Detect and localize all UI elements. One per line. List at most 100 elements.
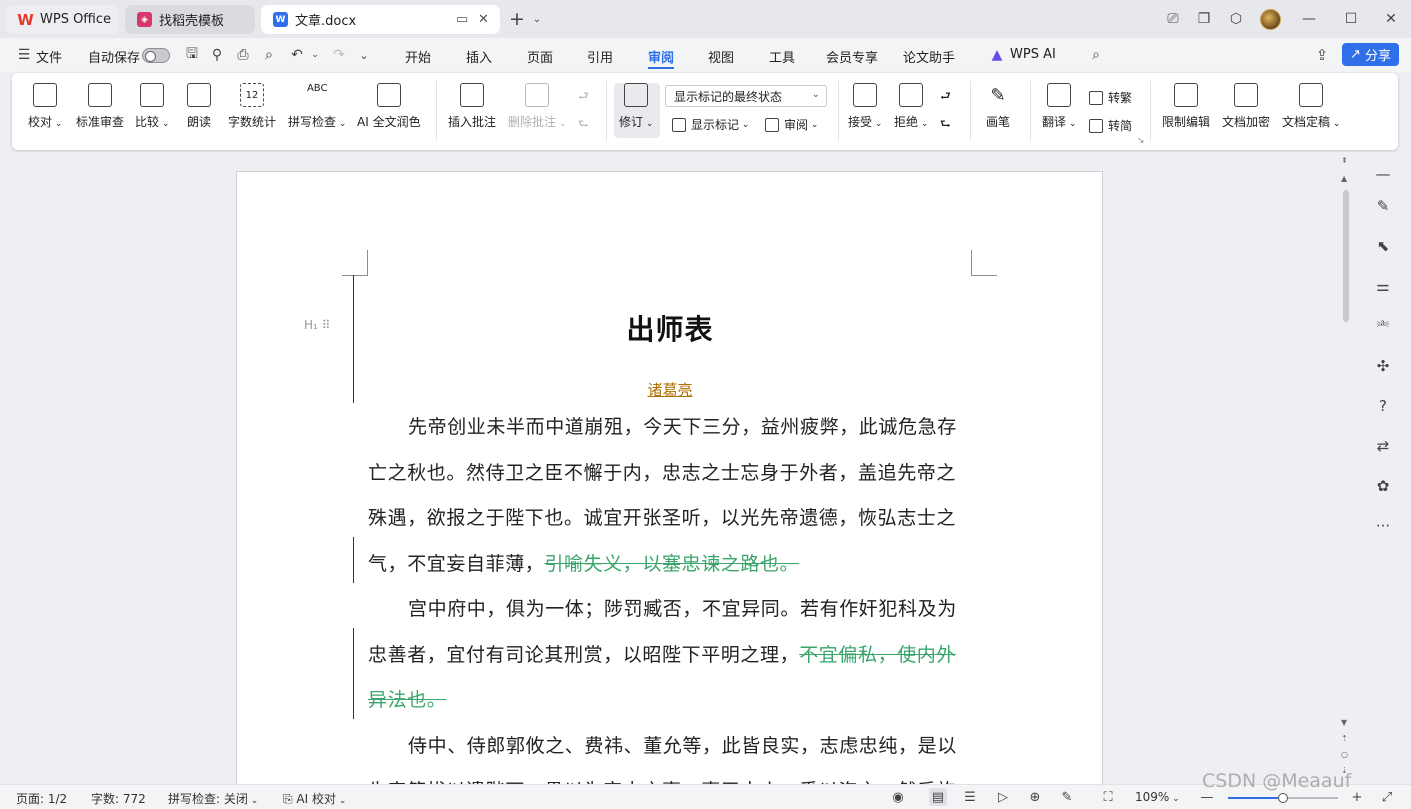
select-browse-icon[interactable]: ○ [1341,750,1348,759]
window-switch-icon[interactable]: ❐ [1194,9,1214,29]
page-indicator[interactable]: 页面: 1/2 [16,790,67,807]
next-comment-icon[interactable]: ⮑ [578,115,589,136]
spell-check-button[interactable]: ABC 拼写检查 ⌄ [288,83,346,130]
new-tab-plus-icon[interactable]: + [507,8,527,30]
share-button[interactable]: ↗ 分享 [1342,43,1399,66]
ai-polish-button[interactable]: AI 全文润色 [357,83,421,130]
print-icon[interactable]: ⎙ [234,46,252,64]
brush-icon[interactable]: ⚲ [208,46,226,64]
select-cursor-icon[interactable]: ⬉ [1373,236,1393,256]
pen-tool-icon[interactable]: ✎ [1373,196,1393,216]
show-markup-button[interactable]: 显示标记 ⌄ [672,116,749,133]
markup-state-select[interactable]: 显示标记的最终状态 ⌄ [665,85,827,107]
deleted-text[interactable]: 引喻失义，以塞忠谏之路也。 [544,553,799,575]
cloud-upload-icon[interactable]: ⇪ [1312,45,1332,65]
revise-button[interactable]: 修订 ⌄ [619,83,653,130]
finalize-button[interactable]: 文档定稿 ⌄ [1282,83,1340,130]
redo-icon[interactable]: ↷ [330,46,348,64]
tab-wps-office[interactable]: W WPS Office [6,5,119,34]
help-icon[interactable]: ? [1373,396,1393,416]
write-mode-icon[interactable]: ✎ [1058,788,1076,806]
print-preview-icon[interactable]: ⌕ [260,46,278,64]
fit-page-icon[interactable]: ⛶ [1099,788,1117,806]
scrollbar-thumb[interactable] [1343,190,1349,322]
scroll-down-icon[interactable]: ▼ [1341,718,1347,727]
read-aloud-button[interactable]: 朗读 [187,83,211,130]
web-view-icon[interactable]: ⊕ [1026,788,1044,806]
more-chevron-icon[interactable]: ⌄ [355,46,373,64]
tab-list-chevron-icon[interactable]: ⌄ [527,9,547,29]
scroll-up-icon[interactable]: ▲ [1341,174,1347,183]
page-view-icon[interactable]: ▤ [929,788,947,806]
zoom-slider-knob[interactable] [1278,793,1288,803]
hamburger-icon[interactable]: ☰ [15,46,33,64]
pen-button[interactable]: ✎ 画笔 [986,83,1010,130]
ai-proof-status[interactable]: ⎘ AI 校对 ⌄ [283,790,346,807]
word-count-button[interactable]: 12 字数统计 [228,83,276,130]
outline-view-icon[interactable]: ☰ [961,788,979,806]
delete-comment-button[interactable]: 删除批注 ⌄ [508,83,566,130]
eye-protect-icon[interactable]: ◉ [889,788,907,806]
user-avatar[interactable] [1260,9,1281,30]
maximize-icon[interactable]: ☐ [1341,9,1361,29]
next-change-icon[interactable]: ⮑ [940,115,951,136]
expand-group-icon[interactable]: ↘ [1137,136,1145,146]
prev-page-icon[interactable]: ⇡ [1341,734,1348,743]
insert-comment-button[interactable]: 插入批注 [448,83,496,130]
proofread-button[interactable]: 校对 ⌄ [28,83,62,130]
menu-member[interactable]: 会员专享 [826,47,878,66]
menu-wps-ai[interactable]: WPS AI [1010,47,1056,62]
style-icon[interactable]: ⎃ [1373,316,1393,336]
reject-button[interactable]: 拒绝 ⌄ [894,83,928,130]
word-count-status[interactable]: 字数: 772 [91,790,146,807]
prev-comment-icon[interactable]: ⮐ [578,87,589,108]
autosave-toggle[interactable] [142,48,170,63]
menu-review[interactable]: 审阅 [648,47,674,66]
cube-icon[interactable]: ⬡ [1226,9,1246,29]
document-page[interactable]: H₁ ⠿ 出师表 诸葛亮 先帝创业未半而中道崩殂，今天下三分，益州疲弊，此诚危急… [236,171,1103,809]
tools-icon[interactable]: ✣ [1373,356,1393,376]
to-simplified-button[interactable]: 转简 [1089,117,1132,134]
tab-document[interactable]: W 文章.docx ▭ ✕ [261,5,500,34]
compare-button[interactable]: 比较 ⌄ [135,83,169,130]
menu-page[interactable]: 页面 [527,47,553,66]
scroll-top-icon[interactable]: ⇞ [1341,156,1348,165]
menu-reference[interactable]: 引用 [587,47,613,66]
menu-thesis[interactable]: 论文助手 [903,47,955,66]
tab-window-icon[interactable]: ▭ [456,12,468,27]
heading-handle-icon[interactable]: H₁ ⠿ [304,318,330,332]
adjust-sliders-icon[interactable]: ⚌ [1373,276,1393,296]
zoom-level[interactable]: 109% ⌄ [1135,790,1180,804]
translate-side-icon[interactable]: ⇄ [1373,436,1393,456]
collapse-icon[interactable]: — [1373,164,1393,184]
accept-button[interactable]: 接受 ⌄ [848,83,882,130]
play-icon[interactable]: ▷ [994,788,1012,806]
more-icon[interactable]: ··· [1373,516,1393,536]
menu-insert[interactable]: 插入 [466,47,492,66]
encrypt-button[interactable]: 文档加密 [1222,83,1270,130]
tab-template[interactable]: ◈ 找稻壳模板 [125,5,255,34]
menu-tools[interactable]: 工具 [769,47,795,66]
translate-button[interactable]: 翻译 ⌄ [1042,83,1076,130]
review-pane-button[interactable]: 审阅 ⌄ [765,116,818,133]
to-traditional-button[interactable]: 转繁 [1089,89,1132,106]
search-icon[interactable]: ⌕ [1087,46,1105,64]
deleted-text[interactable]: 不宜偏私，使内外 [799,644,956,666]
zoom-slider[interactable] [1228,793,1338,803]
screen-record-icon[interactable]: ⎚ [1163,9,1183,29]
menu-start[interactable]: 开始 [405,47,431,66]
undo-chevron-icon[interactable]: ⌄ [306,46,324,64]
menu-view[interactable]: 视图 [708,47,734,66]
restrict-edit-button[interactable]: 限制编辑 [1162,83,1210,130]
save-icon[interactable]: 🖫 [183,46,201,64]
standard-review-button[interactable]: 标准审查 [76,83,124,130]
vertical-scrollbar[interactable]: ⇞ ▲ ▼ ⇡ ○ ⇣ [1340,152,1354,784]
menu-file[interactable]: 文件 [36,47,62,66]
minimize-icon[interactable]: — [1299,9,1319,29]
plugin-icon[interactable]: ✿ [1373,476,1393,496]
tab-close-icon[interactable]: ✕ [478,12,489,27]
deleted-text[interactable]: 异法也。 [368,689,446,711]
spell-check-status[interactable]: 拼写检查: 关闭 ⌄ [168,790,258,807]
undo-icon[interactable]: ↶ [288,46,306,64]
close-window-icon[interactable]: ✕ [1381,9,1401,29]
